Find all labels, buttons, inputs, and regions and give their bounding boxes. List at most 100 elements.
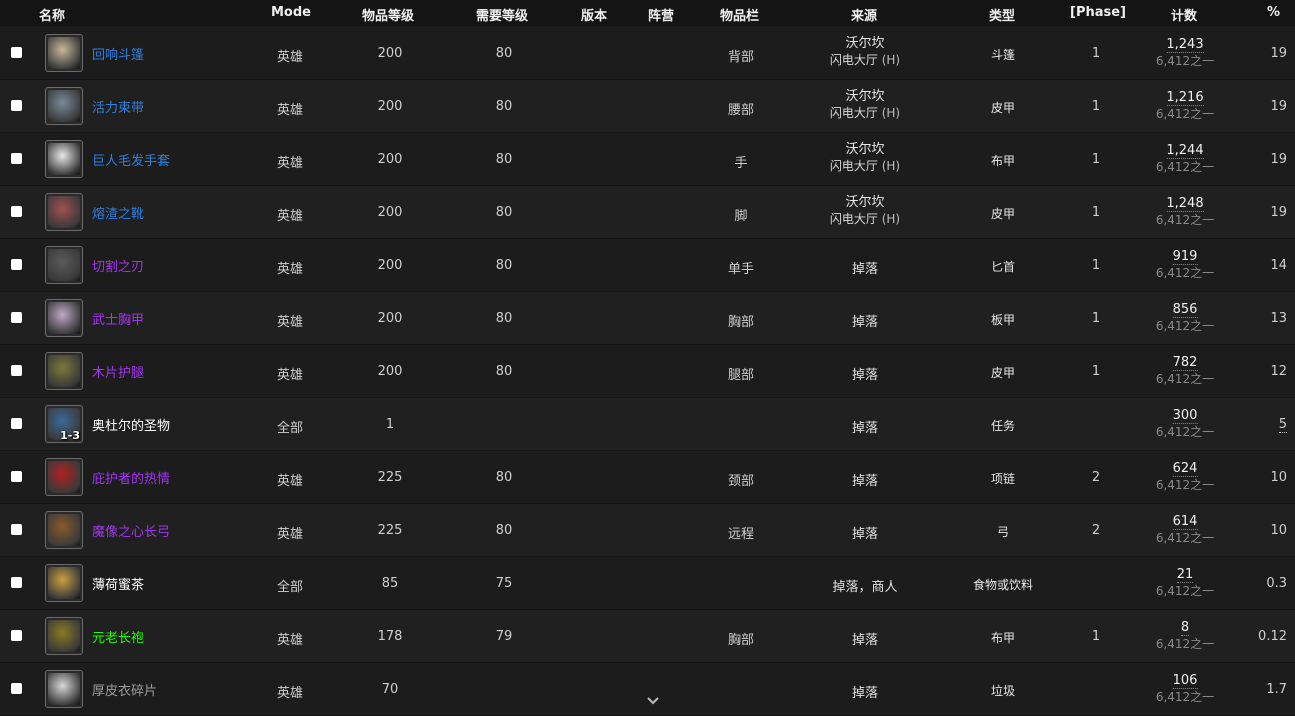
item-name-link[interactable]: 回响斗篷 — [92, 44, 144, 63]
table-row[interactable]: 魔像之心长弓 英雄 225 80 远程 掉落 弓 2 614 6,412之一 10 — [0, 504, 1295, 557]
item-name-link[interactable]: 薄荷蜜茶 — [92, 574, 144, 593]
item-name-link[interactable]: 厚皮衣碎片 — [92, 680, 157, 699]
count-of-total: 6,412之一 — [1155, 478, 1215, 492]
row-checkbox[interactable] — [11, 418, 22, 429]
source-npc-link[interactable]: 沃尔坎 — [830, 35, 900, 52]
row-checkbox[interactable] — [11, 471, 22, 482]
table-row[interactable]: 武士胸甲 英雄 200 80 胸部 掉落 板甲 1 856 6,412之一 13 — [0, 292, 1295, 345]
phase-cell: 1 — [1091, 99, 1101, 114]
header-version[interactable]: 版本 — [581, 5, 607, 24]
item-name-link[interactable]: 切割之刃 — [92, 256, 144, 275]
row-checkbox[interactable] — [11, 100, 22, 111]
table-row[interactable]: 切割之刃 英雄 200 80 单手 掉落 匕首 1 919 6,412之一 14 — [0, 239, 1295, 292]
header-count[interactable]: 计数 — [1171, 5, 1197, 24]
item-name-link[interactable]: 巨人毛发手套 — [92, 150, 170, 169]
req-level-cell: 80 — [495, 523, 513, 538]
item-icon-frame[interactable]: 1-3 — [45, 405, 83, 443]
row-checkbox[interactable] — [11, 312, 22, 323]
item-icon-frame[interactable] — [45, 87, 83, 125]
item-name-link[interactable]: 魔像之心长弓 — [92, 521, 170, 540]
row-checkbox[interactable] — [11, 683, 22, 694]
count-cell: 1,244 6,412之一 — [1156, 141, 1214, 175]
table-row[interactable]: 1-3 奥杜尔的圣物 全部 1 掉落 任务 300 6,412之一 5 — [0, 398, 1295, 451]
header-pct[interactable]: % — [1267, 5, 1280, 20]
count-value[interactable]: 1,216 — [1166, 90, 1204, 106]
table-row[interactable]: 活力束带 英雄 200 80 腰部 沃尔坎 闪电大厅 (H) 皮甲 1 1,216 6,412之一 1… — [0, 80, 1295, 133]
row-checkbox[interactable] — [11, 259, 22, 270]
source-npc-link[interactable]: 沃尔坎 — [830, 141, 900, 158]
item-icon-frame[interactable] — [45, 246, 83, 284]
item-icon-frame[interactable] — [45, 193, 83, 231]
item-icon-frame[interactable] — [45, 458, 83, 496]
count-value[interactable]: 856 — [1172, 302, 1198, 318]
count-value[interactable]: 21 — [1176, 567, 1194, 583]
item-name-link[interactable]: 元老长袍 — [92, 627, 144, 646]
table-row[interactable]: 熔渣之靴 英雄 200 80 脚 沃尔坎 闪电大厅 (H) 皮甲 1 1,248 6,412之一 19 — [0, 186, 1295, 239]
table-row[interactable]: 庇护者的热情 英雄 225 80 颈部 掉落 项链 2 624 6,412之一 10 — [0, 451, 1295, 504]
source-zone-link[interactable]: 闪电大厅 — [830, 212, 878, 226]
row-checkbox[interactable] — [11, 365, 22, 376]
source-zone-link[interactable]: 闪电大厅 — [830, 159, 878, 173]
row-checkbox[interactable] — [11, 524, 22, 535]
phase-cell: 1 — [1091, 258, 1101, 273]
count-value[interactable]: 300 — [1172, 408, 1198, 424]
table-row[interactable]: 木片护腿 英雄 200 80 腿部 掉落 皮甲 1 782 6,412之一 12 — [0, 345, 1295, 398]
count-value[interactable]: 782 — [1172, 355, 1198, 371]
count-value[interactable]: 8 — [1180, 620, 1190, 636]
count-value[interactable]: 624 — [1172, 461, 1198, 477]
percent-cell: 10 — [1270, 470, 1287, 485]
source-npc-link[interactable]: 沃尔坎 — [830, 194, 900, 211]
item-name-link[interactable]: 武士胸甲 — [92, 309, 144, 328]
header-faction[interactable]: 阵营 — [648, 5, 674, 24]
source-zone-link[interactable]: 闪电大厅 — [830, 106, 878, 120]
item-name-link[interactable]: 木片护腿 — [92, 362, 144, 381]
item-icon-frame[interactable] — [45, 34, 83, 72]
source-zone-link[interactable]: 闪电大厅 — [830, 53, 878, 67]
row-checkbox[interactable] — [11, 206, 22, 217]
row-checkbox[interactable] — [11, 153, 22, 164]
percent-cell: 14 — [1270, 258, 1287, 273]
count-value[interactable]: 1,248 — [1166, 196, 1204, 212]
table-row[interactable]: 厚皮衣碎片 英雄 70 掉落 垃圾 106 6,412之一 1.7 — [0, 663, 1295, 716]
count-value[interactable]: 106 — [1172, 673, 1198, 689]
chevron-down-icon[interactable] — [646, 694, 660, 708]
header-mode[interactable]: Mode — [271, 5, 311, 20]
header-slot[interactable]: 物品栏 — [720, 5, 759, 24]
count-value[interactable]: 919 — [1172, 249, 1198, 265]
row-checkbox[interactable] — [11, 630, 22, 641]
item-icon-frame[interactable] — [45, 670, 83, 708]
header-phase[interactable]: [Phase] — [1070, 5, 1126, 20]
count-of-total: 6,412之一 — [1155, 372, 1215, 386]
item-icon-frame[interactable] — [45, 140, 83, 178]
item-name-link[interactable]: 熔渣之靴 — [92, 203, 144, 222]
slot-cell: 胸部 — [727, 633, 755, 648]
item-icon-frame[interactable] — [45, 564, 83, 602]
table-row[interactable]: 薄荷蜜茶 全部 85 75 掉落，商人 食物或饮料 21 6,412之一 0.3 — [0, 557, 1295, 610]
item-icon-frame[interactable] — [45, 352, 83, 390]
item-name-link[interactable]: 奥杜尔的圣物 — [92, 415, 170, 434]
count-value[interactable]: 1,244 — [1166, 143, 1204, 159]
item-icon-frame[interactable] — [45, 617, 83, 655]
header-source[interactable]: 来源 — [851, 5, 877, 24]
table-row[interactable]: 元老长袍 英雄 178 79 胸部 掉落 布甲 1 8 6,412之一 0.12 — [0, 610, 1295, 663]
source-npc-link[interactable]: 沃尔坎 — [830, 88, 900, 105]
count-cell: 21 6,412之一 — [1156, 565, 1214, 599]
item-name-link[interactable]: 活力束带 — [92, 97, 144, 116]
item-name-link[interactable]: 庇护者的热情 — [92, 468, 170, 487]
header-type[interactable]: 类型 — [989, 5, 1015, 24]
mode-cell: 英雄 — [276, 262, 304, 277]
header-name[interactable]: 名称 — [39, 5, 65, 24]
header-req-level[interactable]: 需要等级 — [476, 5, 528, 24]
row-checkbox[interactable] — [11, 577, 22, 588]
item-icon-frame[interactable] — [45, 299, 83, 337]
table-row[interactable]: 巨人毛发手套 英雄 200 80 手 沃尔坎 闪电大厅 (H) 布甲 1 1,244 6,412之一… — [0, 133, 1295, 186]
table-row[interactable]: 回响斗篷 英雄 200 80 背部 沃尔坎 闪电大厅 (H) 斗篷 1 1,243 6,412之一 1… — [0, 27, 1295, 80]
header-item-level[interactable]: 物品等级 — [362, 5, 414, 24]
source-cell: 掉落 — [851, 633, 879, 648]
percent-cell: 0.3 — [1266, 576, 1287, 591]
count-of-total: 6,412之一 — [1155, 54, 1215, 68]
count-value[interactable]: 1,243 — [1166, 37, 1204, 53]
item-icon-frame[interactable] — [45, 511, 83, 549]
row-checkbox[interactable] — [11, 47, 22, 58]
count-value[interactable]: 614 — [1172, 514, 1198, 530]
